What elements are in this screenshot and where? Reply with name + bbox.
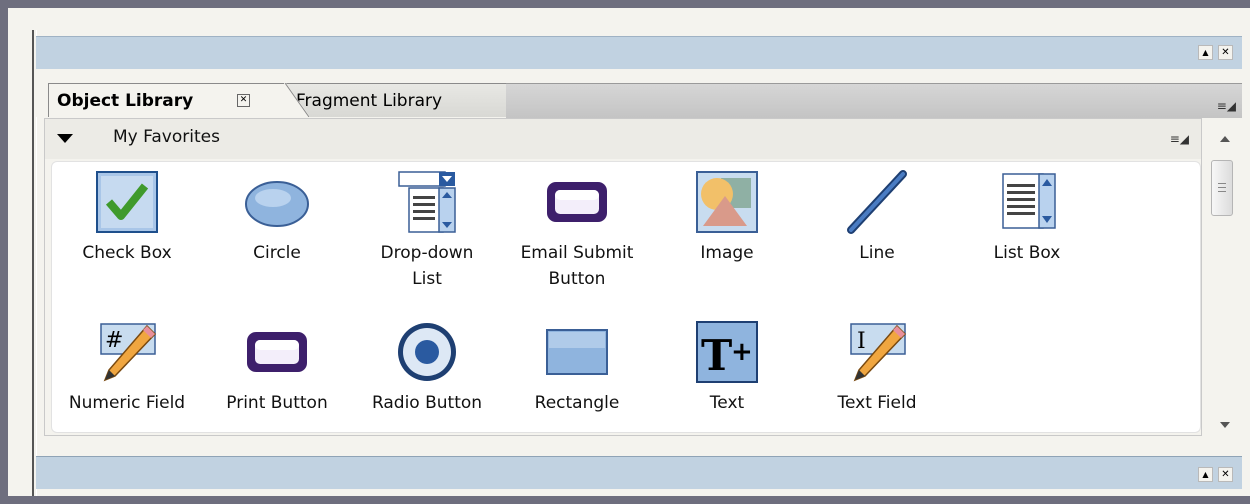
scroll-down-arrow-icon[interactable] xyxy=(1220,422,1230,428)
object-text-field[interactable]: I Text Field xyxy=(802,320,952,416)
object-library-content: My Favorites ≡◢ Check Box Circle Drop-do… xyxy=(44,118,1202,436)
object-label: Line xyxy=(859,243,895,263)
tab-strip-background xyxy=(506,83,1242,118)
list-box-icon xyxy=(995,170,1059,234)
object-label: Check Box xyxy=(82,243,172,263)
panel-titlebar[interactable]: ▲ ✕ xyxy=(36,36,1242,70)
object-text[interactable]: T + Text xyxy=(652,320,802,416)
object-label: Email Submit Button xyxy=(520,243,634,289)
tab-strip: Fragment Library Object Library ✕ ≡◢ xyxy=(36,69,1242,118)
object-image[interactable]: Image xyxy=(652,170,802,266)
left-divider xyxy=(8,8,38,496)
grip-line xyxy=(1218,183,1226,184)
tab-label: Fragment Library xyxy=(296,91,443,111)
object-label: Image xyxy=(700,243,754,263)
object-rectangle[interactable]: Rectangle xyxy=(502,320,652,416)
grip-line xyxy=(1218,187,1226,188)
collapse-panel-button[interactable]: ▲ xyxy=(1198,45,1213,60)
divider-line xyxy=(32,30,34,496)
tab-slant-edge xyxy=(284,83,310,117)
object-label: Numeric Field xyxy=(68,393,186,413)
svg-text:+: + xyxy=(731,337,753,367)
object-label: Text Field xyxy=(837,393,917,413)
object-drop-down-list[interactable]: Drop-down List xyxy=(352,170,502,292)
object-numeric-field[interactable]: # Numeric Field xyxy=(52,320,202,416)
circle-icon xyxy=(245,170,309,234)
numeric-field-icon: # xyxy=(95,320,159,384)
object-label: Drop-down List xyxy=(380,243,474,289)
grip-line xyxy=(1218,191,1226,192)
section-header-my-favorites[interactable]: My Favorites ≡◢ xyxy=(45,119,1201,159)
collapse-next-panel-button[interactable]: ▲ xyxy=(1198,467,1213,482)
object-label: Circle xyxy=(253,243,301,263)
object-label: Radio Button xyxy=(371,393,483,413)
close-next-panel-button[interactable]: ✕ xyxy=(1218,467,1233,482)
image-icon xyxy=(695,170,759,234)
object-label: Rectangle xyxy=(534,393,620,413)
section-title: My Favorites xyxy=(113,127,220,147)
object-email-submit-button[interactable]: Email Submit Button xyxy=(502,170,652,292)
next-panel-titlebar[interactable]: ▲ ✕ xyxy=(36,456,1242,489)
rectangle-icon xyxy=(545,320,609,384)
checkbox-icon xyxy=(95,170,159,234)
svg-text:I: I xyxy=(857,329,866,354)
panel-menu-icon[interactable]: ≡◢ xyxy=(1217,99,1236,113)
text-field-icon: I xyxy=(845,320,909,384)
object-circle[interactable]: Circle xyxy=(202,170,352,266)
object-check-box[interactable]: Check Box xyxy=(52,170,202,266)
line-icon xyxy=(845,170,909,234)
object-line[interactable]: Line xyxy=(802,170,952,266)
object-print-button[interactable]: Print Button xyxy=(202,320,352,416)
tab-label: Object Library xyxy=(57,91,194,111)
dropdown-list-icon xyxy=(395,170,459,234)
close-panel-button[interactable]: ✕ xyxy=(1218,45,1233,60)
object-list-box[interactable]: List Box xyxy=(952,170,1102,266)
object-radio-button[interactable]: Radio Button xyxy=(352,320,502,416)
object-label: Print Button xyxy=(226,393,328,413)
close-tab-icon[interactable]: ✕ xyxy=(237,94,250,107)
object-grid: Check Box Circle Drop-down List Email Su… xyxy=(51,161,1201,433)
object-label: List Box xyxy=(993,243,1061,263)
radio-button-icon xyxy=(395,320,459,384)
email-submit-button-icon xyxy=(545,170,609,234)
section-menu-icon[interactable]: ≡◢ xyxy=(1170,132,1189,146)
collapse-arrow-icon[interactable] xyxy=(57,134,73,143)
svg-text:T: T xyxy=(701,331,732,380)
vertical-scrollbar[interactable] xyxy=(1206,118,1242,436)
svg-text:#: # xyxy=(105,328,123,353)
tab-fragment-library[interactable]: Fragment Library xyxy=(276,83,506,117)
tab-object-library[interactable]: Object Library ✕ xyxy=(48,83,310,117)
scroll-up-arrow-icon[interactable] xyxy=(1220,136,1230,142)
print-button-icon xyxy=(245,320,309,384)
scroll-thumb[interactable] xyxy=(1211,160,1233,216)
object-label: Text xyxy=(709,393,745,413)
text-icon: T + xyxy=(695,320,759,384)
